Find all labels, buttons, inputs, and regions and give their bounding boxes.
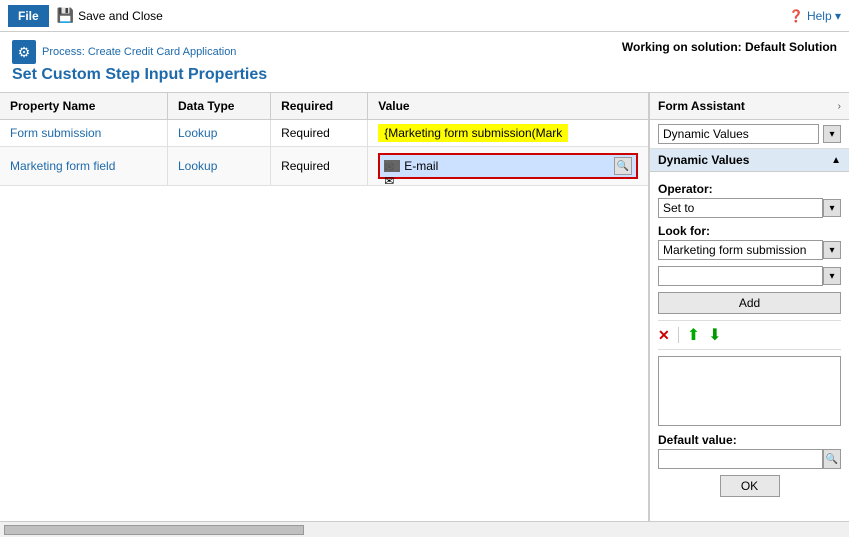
marketing-form-field-required: Required xyxy=(271,147,368,186)
form-submission-value[interactable]: {Marketing form submission(Mark xyxy=(368,120,648,147)
dynamic-values-textarea[interactable] xyxy=(658,356,841,426)
save-close-label: Save and Close xyxy=(78,9,163,23)
ok-button[interactable]: OK xyxy=(720,475,780,497)
help-icon: ❓ xyxy=(789,9,804,23)
collapse-icon[interactable]: ▲ xyxy=(831,155,841,166)
email-input-wrapper[interactable]: ✉ E-mail 🔍 xyxy=(378,153,638,179)
look-for-label: Look for: xyxy=(658,224,841,238)
header: ⚙ Process: Create Credit Card Applicatio… xyxy=(0,32,849,93)
scroll-bar-area[interactable] xyxy=(0,521,849,537)
col-required: Required xyxy=(271,93,368,120)
operator-label: Operator: xyxy=(658,182,841,196)
main-container: ⚙ Process: Create Credit Card Applicatio… xyxy=(0,32,849,537)
right-panel: Form Assistant › Dynamic Values ▾ Dynami… xyxy=(649,93,849,521)
divider xyxy=(678,327,679,343)
form-assistant-arrow[interactable]: › xyxy=(838,101,841,112)
marketing-form-field-value[interactable]: ✉ E-mail 🔍 xyxy=(368,147,648,186)
marketing-form-field-datatype[interactable]: Lookup xyxy=(178,159,217,173)
operator-select[interactable]: Set to xyxy=(658,198,823,218)
form-submission-required: Required xyxy=(271,120,368,147)
look-for-chevron1[interactable]: ▾ xyxy=(823,241,841,259)
form-assistant-header: Form Assistant › xyxy=(650,93,849,120)
file-button[interactable]: File xyxy=(8,5,49,27)
left-panel: Property Name Data Type Required Value F… xyxy=(0,93,649,521)
delete-icon[interactable]: ✕ xyxy=(658,327,670,344)
default-value-label: Default value: xyxy=(658,433,841,447)
properties-table: Property Name Data Type Required Value F… xyxy=(0,93,648,186)
scroll-thumb[interactable] xyxy=(4,525,304,535)
email-value-text: E-mail xyxy=(404,159,610,173)
dynamic-values-section-label: Dynamic Values xyxy=(658,153,749,167)
col-property-name: Property Name xyxy=(0,93,168,120)
title-bar: File 💾 Save and Close ❓ Help ▾ xyxy=(0,0,849,32)
form-submission-link[interactable]: Form submission xyxy=(10,126,101,140)
move-up-icon[interactable]: ⬆ xyxy=(687,325,700,345)
dynamic-values-chevron[interactable]: ▾ xyxy=(823,125,841,143)
col-data-type: Data Type xyxy=(168,93,271,120)
save-close-button[interactable]: 💾 Save and Close xyxy=(57,7,163,24)
look-for-row1: Marketing form submission ▾ xyxy=(658,240,841,260)
table-row: Form submission Lookup Required {Marketi… xyxy=(0,120,648,147)
dynamic-values-select[interactable]: Dynamic Values xyxy=(658,124,819,144)
process-label: ⚙ Process: Create Credit Card Applicatio… xyxy=(12,40,622,64)
move-down-icon[interactable]: ⬇ xyxy=(708,325,721,345)
help-dropdown-icon: ▾ xyxy=(835,9,841,23)
help-link[interactable]: ❓ Help ▾ xyxy=(789,9,841,23)
form-submission-datatype[interactable]: Lookup xyxy=(178,126,217,140)
form-submission-value-text: {Marketing form submission(Mark xyxy=(378,124,568,142)
operator-chevron[interactable]: ▾ xyxy=(823,199,841,217)
email-icon: ✉ xyxy=(384,160,400,172)
process-link[interactable]: Process: Create Credit Card Application xyxy=(42,46,236,58)
look-for-select2[interactable] xyxy=(658,266,823,286)
default-value-input[interactable] xyxy=(658,449,823,469)
look-for-row2: ▾ xyxy=(658,266,841,286)
help-label: Help xyxy=(807,9,832,23)
page-title: Set Custom Step Input Properties xyxy=(12,66,622,84)
working-solution-label: Working on solution: Default Solution xyxy=(622,40,837,54)
content-area: Property Name Data Type Required Value F… xyxy=(0,93,849,521)
dynamic-values-row: Dynamic Values ▾ xyxy=(650,120,849,149)
gear-icon: ⚙ xyxy=(12,40,36,64)
default-value-lookup-button[interactable]: 🔍 xyxy=(823,449,841,469)
dynamic-values-section: Dynamic Values ▲ xyxy=(650,149,849,172)
default-value-row: 🔍 xyxy=(658,449,841,469)
look-for-chevron2[interactable]: ▾ xyxy=(823,267,841,285)
icons-row: ✕ ⬆ ⬇ xyxy=(658,320,841,350)
add-button[interactable]: Add xyxy=(658,292,841,314)
form-assistant-title: Form Assistant xyxy=(658,99,745,113)
form-assistant-body: Operator: Set to ▾ Look for: Marketing f… xyxy=(650,172,849,521)
marketing-form-field-link[interactable]: Marketing form field xyxy=(10,159,115,173)
email-lookup-button[interactable]: 🔍 xyxy=(614,157,632,175)
disk-icon: 💾 xyxy=(57,7,74,24)
look-for-select1[interactable]: Marketing form submission xyxy=(658,240,823,260)
col-value: Value xyxy=(368,93,648,120)
operator-row: Set to ▾ xyxy=(658,198,841,218)
table-row: Marketing form field Lookup Required ✉ E… xyxy=(0,147,648,186)
